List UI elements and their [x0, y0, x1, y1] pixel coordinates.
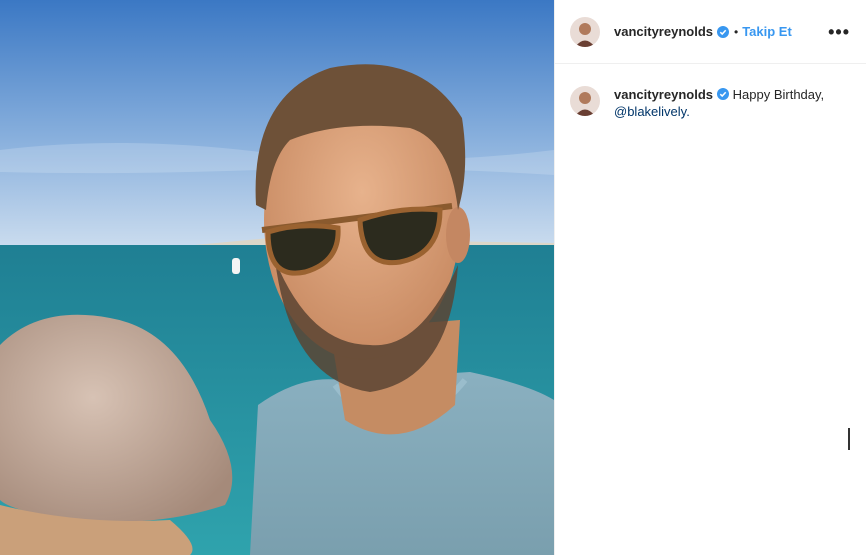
post-photo[interactable]	[0, 0, 554, 555]
avatar-image	[570, 16, 600, 47]
caption-body: vancityreynolds Happy Birthday, @blakeli…	[614, 86, 844, 120]
profile-avatar[interactable]	[570, 16, 600, 47]
caption-username[interactable]: vancityreynolds	[614, 87, 713, 102]
caption-verified-badge-icon	[717, 88, 729, 100]
header-username[interactable]: vancityreynolds	[614, 24, 713, 39]
scrollbar-thumb[interactable]	[848, 428, 850, 450]
follow-button[interactable]: Takip Et	[742, 24, 792, 39]
mention-link[interactable]: @blakelively.	[614, 104, 690, 119]
selfie-image	[0, 0, 554, 555]
separator-dot: •	[734, 24, 739, 39]
post-header: vancityreynolds • Takip Et •••	[555, 0, 866, 64]
caption-text: Happy Birthday,	[732, 87, 825, 102]
caption-avatar[interactable]	[570, 86, 600, 116]
post-caption: vancityreynolds Happy Birthday, @blakeli…	[555, 64, 866, 120]
more-options-icon[interactable]: •••	[828, 23, 850, 41]
verified-badge-icon	[717, 25, 729, 38]
post-sidebar: vancityreynolds • Takip Et ••• vancityre…	[554, 0, 866, 555]
caption-avatar-image	[570, 86, 600, 116]
